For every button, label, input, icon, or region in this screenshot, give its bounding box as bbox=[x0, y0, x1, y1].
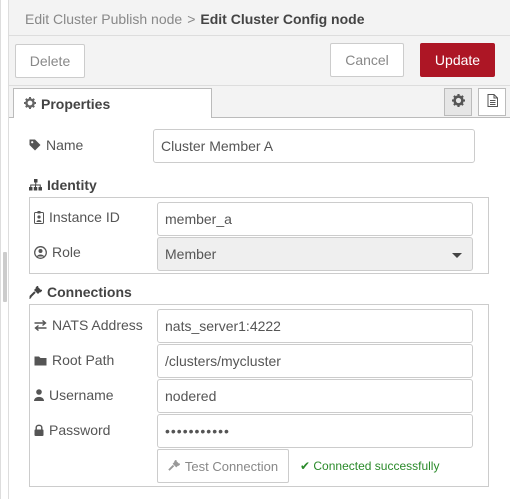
tabs-bar: Properties bbox=[9, 86, 510, 119]
tray-toolbar: Delete Cancel Update bbox=[9, 36, 510, 86]
description-tab-button[interactable] bbox=[478, 88, 506, 116]
connection-status: ✔ Connected successfully bbox=[300, 459, 440, 473]
root-path-input[interactable]: /clusters/mycluster bbox=[157, 344, 473, 378]
lock-icon bbox=[34, 424, 44, 436]
tab-properties[interactable]: Properties bbox=[13, 88, 212, 119]
identity-section: Instance ID member_a Role Member bbox=[29, 197, 489, 274]
gear-icon bbox=[451, 94, 465, 110]
instance-id-label: Instance ID bbox=[34, 209, 120, 225]
file-text-icon bbox=[487, 94, 498, 110]
username-label: Username bbox=[34, 387, 114, 403]
user-circle-icon bbox=[34, 245, 47, 259]
plug-icon bbox=[168, 460, 180, 471]
root-path-label: Root Path bbox=[34, 352, 114, 368]
role-select-value: Member bbox=[165, 246, 217, 262]
password-label: Password bbox=[34, 422, 110, 438]
folder-icon bbox=[34, 356, 47, 365]
nats-address-label: NATS Address bbox=[34, 317, 143, 333]
test-connection-button[interactable]: Test Connection bbox=[157, 449, 289, 483]
role-select[interactable]: Member bbox=[157, 237, 473, 271]
id-badge-icon bbox=[34, 210, 44, 224]
breadcrumb: Edit Cluster Publish node > Edit Cluster C… bbox=[25, 11, 365, 27]
tray-header: Edit Cluster Publish node > Edit Cluster C… bbox=[9, 0, 510, 36]
breadcrumb-separator: > bbox=[187, 11, 196, 27]
password-input[interactable]: ••••••••••• bbox=[157, 414, 473, 448]
test-connection-label: Test Connection bbox=[184, 458, 279, 474]
tray-left-edge bbox=[1, 0, 9, 499]
breadcrumb-current: Edit Cluster Config node bbox=[200, 11, 365, 27]
resize-handle[interactable] bbox=[3, 252, 7, 302]
edit-tray: Edit Cluster Publish node > Edit Cluster C… bbox=[0, 0, 510, 499]
tab-properties-label: Properties bbox=[41, 96, 111, 112]
name-label: Name bbox=[29, 137, 83, 153]
name-input[interactable]: Cluster Member A bbox=[153, 129, 475, 163]
cancel-button[interactable]: Cancel bbox=[330, 43, 404, 77]
tag-icon bbox=[29, 139, 41, 151]
breadcrumb-parent[interactable]: Edit Cluster Publish node bbox=[25, 11, 182, 27]
user-icon bbox=[34, 389, 44, 401]
properties-tab-button[interactable] bbox=[444, 88, 472, 116]
connections-section-title: Connections bbox=[29, 284, 132, 300]
nats-address-input[interactable]: nats_server1:4222 bbox=[157, 309, 473, 343]
role-label: Role bbox=[34, 244, 81, 260]
caret-down-icon bbox=[452, 253, 462, 258]
identity-section-title: Identity bbox=[29, 177, 97, 193]
delete-button[interactable]: Delete bbox=[15, 44, 85, 78]
username-input[interactable]: nodered bbox=[157, 379, 473, 413]
update-button[interactable]: Update bbox=[420, 43, 495, 77]
sitemap-icon bbox=[29, 179, 42, 191]
gear-icon bbox=[24, 96, 36, 112]
plug-icon bbox=[29, 285, 42, 299]
properties-panel: Name Cluster Member A Identity Instance … bbox=[9, 118, 510, 499]
instance-id-input[interactable]: member_a bbox=[157, 202, 473, 236]
exchange-icon bbox=[34, 319, 47, 331]
